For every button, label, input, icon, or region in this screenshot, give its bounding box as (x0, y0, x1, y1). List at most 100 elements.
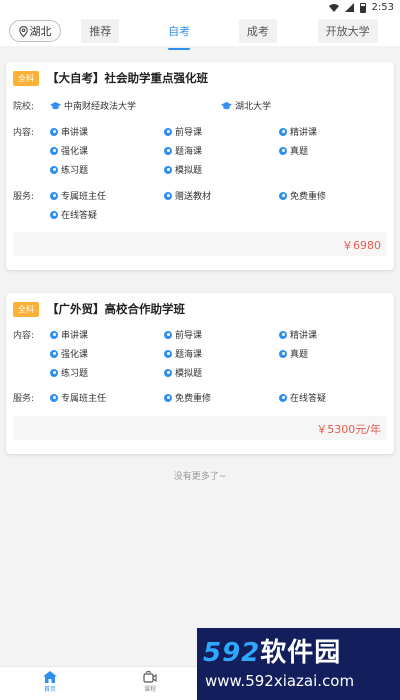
service-item-label: 赠送教材 (175, 192, 212, 202)
service-item: 专属班主任 (50, 189, 106, 202)
bullet-icon (164, 393, 172, 402)
content-item-label: 练习题 (61, 369, 89, 379)
bullet-icon (279, 146, 287, 155)
bullet-icon (164, 368, 172, 377)
battery-icon (359, 2, 366, 13)
bullet-icon (50, 330, 58, 339)
content-item: 真题 (279, 347, 308, 360)
course-title-row: 全科 【大自考】社会助学重点强化班 (13, 70, 208, 86)
course-title: 【广外贸】高校合作助学班 (47, 302, 185, 316)
nav-home[interactable]: 首页 (25, 671, 75, 693)
watermark-url: www.592xiazai.com (205, 672, 355, 690)
graduation-cap-icon (221, 101, 232, 109)
tab-open-university[interactable]: 开放大学 (317, 19, 378, 43)
content-item-label: 模拟题 (175, 166, 203, 176)
bullet-icon (279, 393, 287, 402)
bullet-icon (164, 127, 172, 136)
nav-courses[interactable]: 课程 (125, 671, 175, 693)
status-bar: 2:53 (0, 0, 400, 16)
course-card[interactable]: 全科 【广外贸】高校合作助学班 内容: 串讲课 前导课 精讲课 强化课 题海课 … (6, 293, 394, 454)
content-item: 模拟题 (164, 163, 202, 176)
tab-adult-exam[interactable]: 成考 (238, 19, 277, 43)
nav-courses-label: 课程 (143, 686, 156, 693)
wifi-icon (328, 3, 339, 12)
content-item: 串讲课 (50, 328, 88, 341)
category-tabs: 推荐 自考 成考 开放大学 (61, 16, 400, 46)
content-item: 强化课 (50, 144, 88, 157)
bullet-icon (164, 349, 172, 358)
status-time: 2:53 (371, 2, 394, 13)
bullet-icon (164, 330, 172, 339)
location-selector[interactable]: 湖北 (9, 20, 61, 42)
content-item: 前导课 (164, 125, 202, 138)
content-item: 模拟题 (164, 366, 202, 379)
content-item: 精讲课 (279, 328, 317, 341)
tab-recommend[interactable]: 推荐 (81, 19, 120, 43)
content-item-label: 题海课 (175, 147, 203, 157)
course-title: 【大自考】社会助学重点强化班 (47, 71, 208, 85)
content-item: 题海课 (164, 347, 202, 360)
watermark-brand-name: 软件园 (260, 638, 342, 668)
content-row: 内容: 串讲课 前导课 精讲课 强化课 题海课 真题 练习题 模拟题 (13, 328, 387, 384)
service-row: 服务: 专属班主任 免费重修 在线答疑 (13, 391, 387, 407)
content-item: 练习题 (50, 163, 88, 176)
status-indicators: 2:53 (328, 2, 394, 13)
course-price: ￥5300元/年 (316, 423, 381, 436)
school-label: 院校: (13, 102, 35, 112)
content-item-label: 前导课 (175, 128, 203, 138)
service-item-label: 在线答疑 (61, 211, 98, 221)
school-name: 湖北大学 (235, 102, 272, 112)
content-item: 前导课 (164, 328, 202, 341)
bullet-icon (164, 146, 172, 155)
content-item: 题海课 (164, 144, 202, 157)
bullet-icon (50, 210, 58, 219)
content-item-label: 串讲课 (61, 331, 89, 341)
bullet-icon (279, 330, 287, 339)
course-title-row: 全科 【广外贸】高校合作助学班 (13, 301, 185, 317)
bullet-icon (279, 127, 287, 136)
content-item-label: 前导课 (175, 331, 203, 341)
bullet-icon (50, 165, 58, 174)
service-item-label: 免费重修 (175, 394, 212, 404)
content-item-label: 题海课 (175, 350, 203, 360)
service-row: 服务: 专属班主任 赠送教材 免费重修 在线答疑 (13, 189, 387, 225)
content-item: 串讲课 (50, 125, 88, 138)
course-badge: 全科 (13, 301, 39, 317)
content-item-label: 串讲课 (61, 128, 89, 138)
graduation-cap-icon (50, 101, 61, 109)
location-pin-icon (18, 25, 28, 37)
content-item-label: 真题 (290, 350, 309, 360)
bullet-icon (279, 349, 287, 358)
tab-self-exam[interactable]: 自考 (160, 19, 198, 43)
watermark-logo: 592软件园 www.592xiazai.com (197, 628, 400, 700)
content-item-label: 精讲课 (290, 331, 318, 341)
course-card[interactable]: 全科 【大自考】社会助学重点强化班 院校: 中南财经政法大学 湖北大学 内容: … (6, 62, 394, 270)
signal-icon (344, 3, 354, 12)
school-row: 院校: 中南财经政法大学 湖北大学 (13, 99, 387, 113)
price-bar: ￥6980 (13, 232, 387, 256)
school-item: 湖北大学 (221, 99, 271, 112)
bullet-icon (50, 349, 58, 358)
service-item-label: 在线答疑 (290, 394, 327, 404)
content-row: 内容: 串讲课 前导课 精讲课 强化课 题海课 真题 练习题 模拟题 (13, 125, 387, 181)
content-item: 真题 (279, 144, 308, 157)
end-of-list-note: 没有更多了~ (173, 472, 227, 482)
service-item: 在线答疑 (50, 208, 97, 221)
service-item: 在线答疑 (279, 391, 326, 404)
service-item-label: 免费重修 (290, 192, 327, 202)
service-item: 免费重修 (279, 189, 326, 202)
service-label: 服务: (13, 192, 35, 202)
school-name: 中南财经政法大学 (64, 102, 137, 112)
service-item: 专属班主任 (50, 391, 106, 404)
service-item: 赠送教材 (164, 189, 211, 202)
content-item-label: 模拟题 (175, 369, 203, 379)
home-icon (43, 671, 57, 683)
content-item-label: 强化课 (61, 147, 89, 157)
watermark-brand: 592软件园 (203, 632, 341, 669)
bullet-icon (164, 191, 172, 200)
bullet-icon (279, 191, 287, 200)
top-navigation: 湖北 推荐 自考 成考 开放大学 (0, 16, 400, 46)
nav-home-label: 首页 (43, 686, 56, 693)
course-badge: 全科 (13, 70, 39, 86)
content-item-label: 练习题 (61, 166, 89, 176)
